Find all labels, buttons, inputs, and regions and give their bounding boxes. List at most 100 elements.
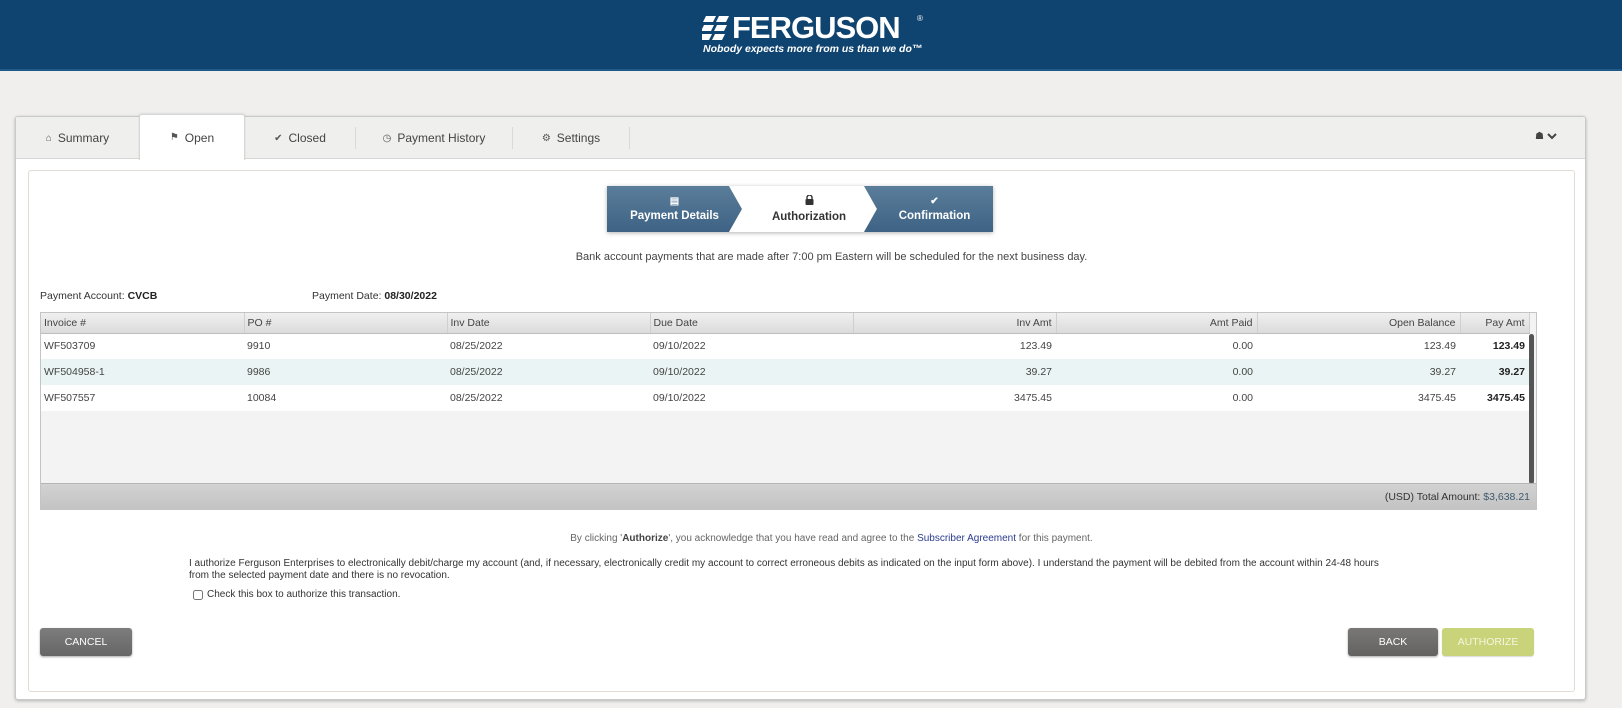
tab-label: Closed: [288, 131, 326, 145]
invoice-number: WF504958-1: [41, 359, 244, 385]
main-panel: ⌂ Summary ⚑ Open ✔ Closed ◷ Payment Hist…: [15, 114, 1586, 700]
tab-label: Settings: [556, 131, 601, 145]
document-icon: ▤: [669, 196, 680, 207]
payment-authorization-form: ▤ Payment Details Authorization ✔ Confir…: [28, 170, 1575, 692]
payment-account-label: Payment Account:: [40, 290, 125, 302]
column-header-inv-date[interactable]: Inv Date: [447, 313, 651, 334]
column-header-invoice[interactable]: Invoice #: [41, 313, 245, 334]
payment-date: Payment Date: 08/30/2022: [312, 290, 437, 302]
tab-divider: [629, 127, 630, 149]
invoice-number: WF503709: [41, 333, 244, 359]
agreement-prefix: By clicking ': [570, 533, 623, 544]
invoice-table: Invoice # PO # Inv Date Due Date Inv Amt…: [41, 313, 1530, 411]
inv-date: 08/25/2022: [447, 359, 650, 385]
due-date: 09/10/2022: [650, 333, 853, 359]
tab-payment-history[interactable]: ◷ Payment History: [356, 117, 512, 159]
wizard-step-confirmation: ✔ Confirmation: [864, 186, 993, 232]
pay-amt: 123.49: [1460, 333, 1529, 359]
authorization-statement: I authorize Ferguson Enterprises to elec…: [189, 558, 1379, 581]
due-date: 09/10/2022: [650, 359, 853, 385]
tab-label: Summary: [57, 131, 110, 145]
tab-bar: ⌂ Summary ⚑ Open ✔ Closed ◷ Payment Hist…: [16, 114, 1585, 160]
payment-account: Payment Account: CVCB: [40, 290, 157, 302]
chevron-down-icon: [1547, 129, 1557, 143]
column-header-due-date[interactable]: Due Date: [650, 313, 854, 334]
due-date: 09/10/2022: [650, 385, 853, 411]
authorize-button[interactable]: AUTHORIZE: [1442, 628, 1534, 656]
authorize-checkbox-label: Check this box to authorize this transac…: [207, 589, 401, 600]
table-row[interactable]: WF507557 10084 08/25/2022 09/10/2022 347…: [41, 385, 1529, 411]
inv-date: 08/25/2022: [447, 333, 650, 359]
agreement-notice: By clicking 'Authorize', you acknowledge…: [29, 533, 1574, 544]
tab-open[interactable]: ⚑ Open: [139, 114, 245, 160]
amt-paid: 0.00: [1056, 385, 1257, 411]
column-header-open-balance[interactable]: Open Balance: [1257, 313, 1461, 334]
inv-amt: 39.27: [853, 359, 1056, 385]
vertical-scrollbar[interactable]: [1529, 334, 1534, 484]
table-row[interactable]: WF504958-1 9986 08/25/2022 09/10/2022 39…: [41, 359, 1529, 385]
total-amount-value: $3,638.21: [1483, 491, 1530, 503]
user-icon: ☗: [1535, 130, 1544, 142]
scheduling-notice: Bank account payments that are made afte…: [575, 251, 1088, 263]
clock-icon: ◷: [382, 132, 392, 144]
column-header-pay-amt[interactable]: Pay Amt: [1460, 313, 1530, 334]
payment-date-label: Payment Date:: [312, 290, 382, 302]
pay-amt: 39.27: [1460, 359, 1529, 385]
po-number: 9910: [244, 333, 447, 359]
flag-icon: ⚑: [169, 132, 179, 143]
cancel-button[interactable]: CANCEL: [40, 628, 132, 656]
registered-mark: ®: [917, 14, 923, 23]
authorize-checkbox-row[interactable]: Check this box to authorize this transac…: [193, 589, 400, 600]
column-header-inv-amt[interactable]: Inv Amt: [853, 313, 1057, 334]
gear-icon: ⚙: [541, 132, 551, 144]
open-balance: 39.27: [1257, 359, 1460, 385]
tab-summary[interactable]: ⌂ Summary: [16, 117, 139, 159]
ferguson-logo-mark-icon: [702, 16, 729, 40]
step-label: Authorization: [771, 211, 847, 223]
subscriber-agreement-link[interactable]: Subscriber Agreement: [917, 533, 1016, 544]
payment-wizard-steps: ▤ Payment Details Authorization ✔ Confir…: [607, 186, 993, 232]
open-balance: 3475.45: [1257, 385, 1460, 411]
inv-date: 08/25/2022: [447, 385, 650, 411]
agreement-keyword: Authorize: [622, 533, 669, 544]
lock-icon: [805, 194, 814, 208]
home-icon: ⌂: [45, 132, 52, 144]
po-number: 10084: [244, 385, 447, 411]
tab-settings[interactable]: ⚙ Settings: [513, 117, 629, 159]
open-balance: 123.49: [1257, 333, 1460, 359]
brand-tagline: Nobody expects more from us than we do™: [703, 43, 923, 55]
amt-paid: 0.00: [1056, 333, 1257, 359]
tab-label: Open: [184, 130, 215, 145]
table-header-row: Invoice # PO # Inv Date Due Date Inv Amt…: [41, 313, 1530, 334]
amt-paid: 0.00: [1056, 359, 1257, 385]
site-header: FERGUSON ® Nobody expects more from us t…: [0, 0, 1622, 71]
table-row[interactable]: WF503709 9910 08/25/2022 09/10/2022 123.…: [41, 333, 1529, 359]
inv-amt: 123.49: [853, 333, 1056, 359]
invoice-number: WF507557: [41, 385, 244, 411]
authorize-checkbox[interactable]: [193, 589, 203, 600]
grid-footer-total: (USD) Total Amount: $3,638.21: [41, 483, 1536, 509]
invoice-grid: Invoice # PO # Inv Date Due Date Inv Amt…: [40, 312, 1537, 510]
agreement-suffix: for this payment.: [1016, 533, 1093, 544]
po-number: 9986: [244, 359, 447, 385]
step-label: Confirmation: [898, 210, 971, 222]
column-header-amt-paid[interactable]: Amt Paid: [1056, 313, 1258, 334]
back-button[interactable]: BACK: [1348, 628, 1438, 656]
payment-date-value: 08/30/2022: [384, 290, 437, 302]
column-header-po[interactable]: PO #: [244, 313, 448, 334]
step-label: Payment Details: [630, 210, 719, 222]
total-amount-label: (USD) Total Amount:: [1384, 491, 1481, 503]
payment-account-value: CVCB: [127, 290, 158, 302]
inv-amt: 3475.45: [853, 385, 1056, 411]
tab-closed[interactable]: ✔ Closed: [245, 117, 355, 159]
check-icon: ✔: [930, 196, 939, 207]
tab-label: Payment History: [397, 131, 486, 145]
brand-name: FERGUSON: [732, 10, 901, 45]
agreement-middle: ', you acknowledge that you have read an…: [668, 533, 918, 544]
user-menu[interactable]: ☗: [1535, 129, 1557, 143]
check-icon: ✔: [274, 132, 283, 144]
pay-amt: 3475.45: [1460, 385, 1529, 411]
ferguson-logo[interactable]: FERGUSON ® Nobody expects more from us t…: [702, 12, 932, 58]
wizard-step-payment-details[interactable]: ▤ Payment Details: [607, 186, 742, 232]
wizard-step-authorization: Authorization: [729, 186, 877, 232]
